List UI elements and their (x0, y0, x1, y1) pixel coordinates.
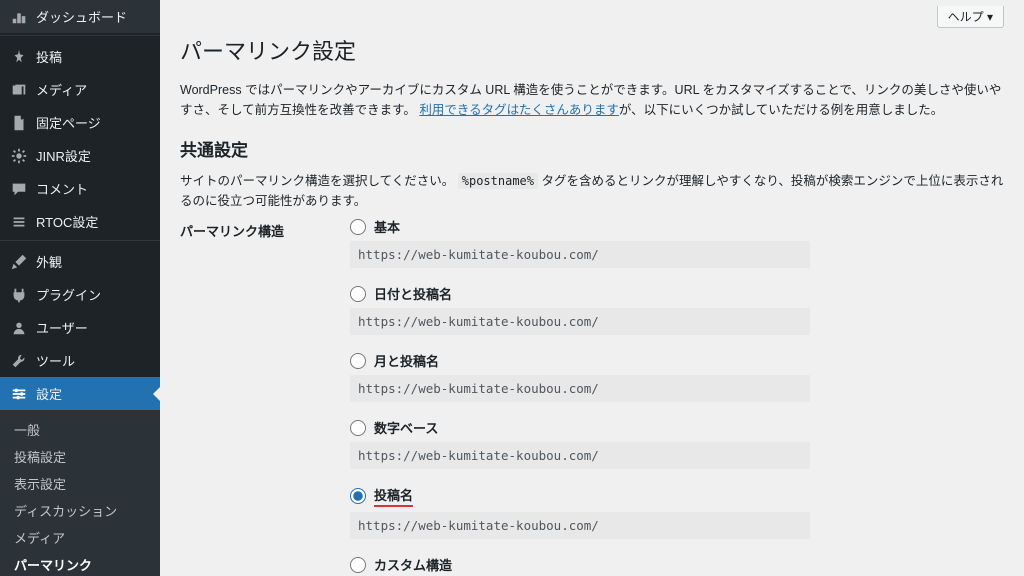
intro-part2: が、以下にいくつか試していただける例を用意しました。 (619, 103, 943, 117)
settings-submenu: 一般 投稿設定 表示設定 ディスカッション メディア パーマリンク プライバシー… (0, 410, 160, 576)
sidebar-label: ユーザー (36, 318, 88, 337)
radio-day-name[interactable] (350, 286, 366, 302)
sidebar-label: プラグイン (36, 285, 101, 304)
list-icon (10, 213, 28, 231)
sidebar-item-rtoc[interactable]: RTOC設定 (0, 205, 160, 238)
sidebar-label: 設定 (36, 384, 62, 403)
sidebar-item-tools[interactable]: ツール (0, 344, 160, 377)
wrench-icon (10, 352, 28, 370)
media-icon (10, 81, 28, 99)
brush-icon (10, 253, 28, 271)
help-tab[interactable]: ヘルプ ▾ (937, 6, 1004, 28)
sidebar-item-dashboard[interactable]: ダッシュボード (0, 0, 160, 33)
admin-sidebar: ダッシュボード 投稿 メディア 固定ページ JINR設定 コメント RTOC設定 (0, 0, 160, 576)
sidebar-item-pages[interactable]: 固定ページ (0, 106, 160, 139)
submenu-permalinks[interactable]: パーマリンク (14, 551, 100, 576)
submenu-reading[interactable]: 表示設定 (0, 470, 160, 497)
comment-icon (10, 180, 28, 198)
option-label[interactable]: 基本 (374, 217, 400, 236)
option-url (350, 512, 810, 539)
sidebar-label: 固定ページ (36, 113, 101, 132)
option-label[interactable]: 月と投稿名 (374, 351, 439, 370)
submenu-discussion[interactable]: ディスカッション (0, 497, 160, 524)
settings-icon (10, 147, 28, 165)
section-heading: 共通設定 (180, 136, 1004, 161)
user-icon (10, 319, 28, 337)
intro-link[interactable]: 利用できるタグはたくさんあります (419, 103, 619, 117)
sliders-icon (10, 385, 28, 403)
sidebar-label: コメント (36, 179, 88, 198)
sidebar-label: JINR設定 (36, 146, 91, 165)
option-label[interactable]: 数字ベース (374, 418, 438, 437)
sidebar-label: 投稿 (36, 47, 62, 66)
pin-icon (10, 48, 28, 66)
option-url (350, 442, 810, 469)
sidebar-item-media[interactable]: メディア (0, 73, 160, 106)
option-numeric: 数字ベース (350, 418, 1024, 469)
submenu-media[interactable]: メディア (0, 524, 160, 551)
radio-month-name[interactable] (350, 353, 366, 369)
option-plain: 基本 (350, 217, 1024, 268)
sidebar-label: メディア (36, 80, 87, 99)
option-label[interactable]: 投稿名 (374, 485, 413, 507)
section-note: サイトのパーマリンク構造を選択してください。 %postname% タグを含める… (180, 171, 1004, 211)
option-day-name: 日付と投稿名 (350, 284, 1024, 335)
option-custom: カスタム構造 利用可能なタグ: %year% %monthnum% %day% … (350, 555, 1024, 576)
option-label[interactable]: 日付と投稿名 (374, 284, 452, 303)
sidebar-item-users[interactable]: ユーザー (0, 311, 160, 344)
sidebar-item-comments[interactable]: コメント (0, 172, 160, 205)
sidebar-item-jinr[interactable]: JINR設定 (0, 139, 160, 172)
note-1: サイトのパーマリンク構造を選択してください。 (180, 174, 454, 188)
sidebar-item-settings[interactable]: 設定 (0, 377, 160, 410)
option-month-name: 月と投稿名 (350, 351, 1024, 402)
sidebar-label: 外観 (36, 252, 62, 271)
radio-plain[interactable] (350, 219, 366, 235)
sidebar-label: ツール (36, 351, 75, 370)
sidebar-item-posts[interactable]: 投稿 (0, 40, 160, 73)
sidebar-item-appearance[interactable]: 外観 (0, 245, 160, 278)
radio-numeric[interactable] (350, 420, 366, 436)
permalink-options: 基本 日付と投稿名 月と投稿名 (350, 217, 1024, 576)
main-content: ヘルプ ▾ パーマリンク設定 WordPress ではパーマリンクやアーカイブに… (160, 0, 1024, 576)
option-url (350, 375, 810, 402)
note-code: %postname% (458, 173, 538, 189)
plug-icon (10, 286, 28, 304)
intro-text: WordPress ではパーマリンクやアーカイブにカスタム URL 構造を使うこ… (180, 80, 1004, 120)
page-title: パーマリンク設定 (180, 34, 1004, 66)
submenu-general[interactable]: 一般 (0, 416, 160, 443)
option-url (350, 241, 810, 268)
sidebar-label: ダッシュボード (36, 7, 127, 26)
sidebar-item-plugins[interactable]: プラグイン (0, 278, 160, 311)
page-icon (10, 114, 28, 132)
option-label[interactable]: カスタム構造 (374, 555, 452, 574)
fieldset-label: パーマリンク構造 (180, 217, 350, 240)
radio-custom[interactable] (350, 557, 366, 573)
sidebar-label: RTOC設定 (36, 212, 98, 231)
option-postname: 投稿名 (350, 485, 1024, 539)
option-url (350, 308, 810, 335)
dashboard-icon (10, 8, 28, 26)
radio-postname[interactable] (350, 488, 366, 504)
submenu-writing[interactable]: 投稿設定 (0, 443, 160, 470)
